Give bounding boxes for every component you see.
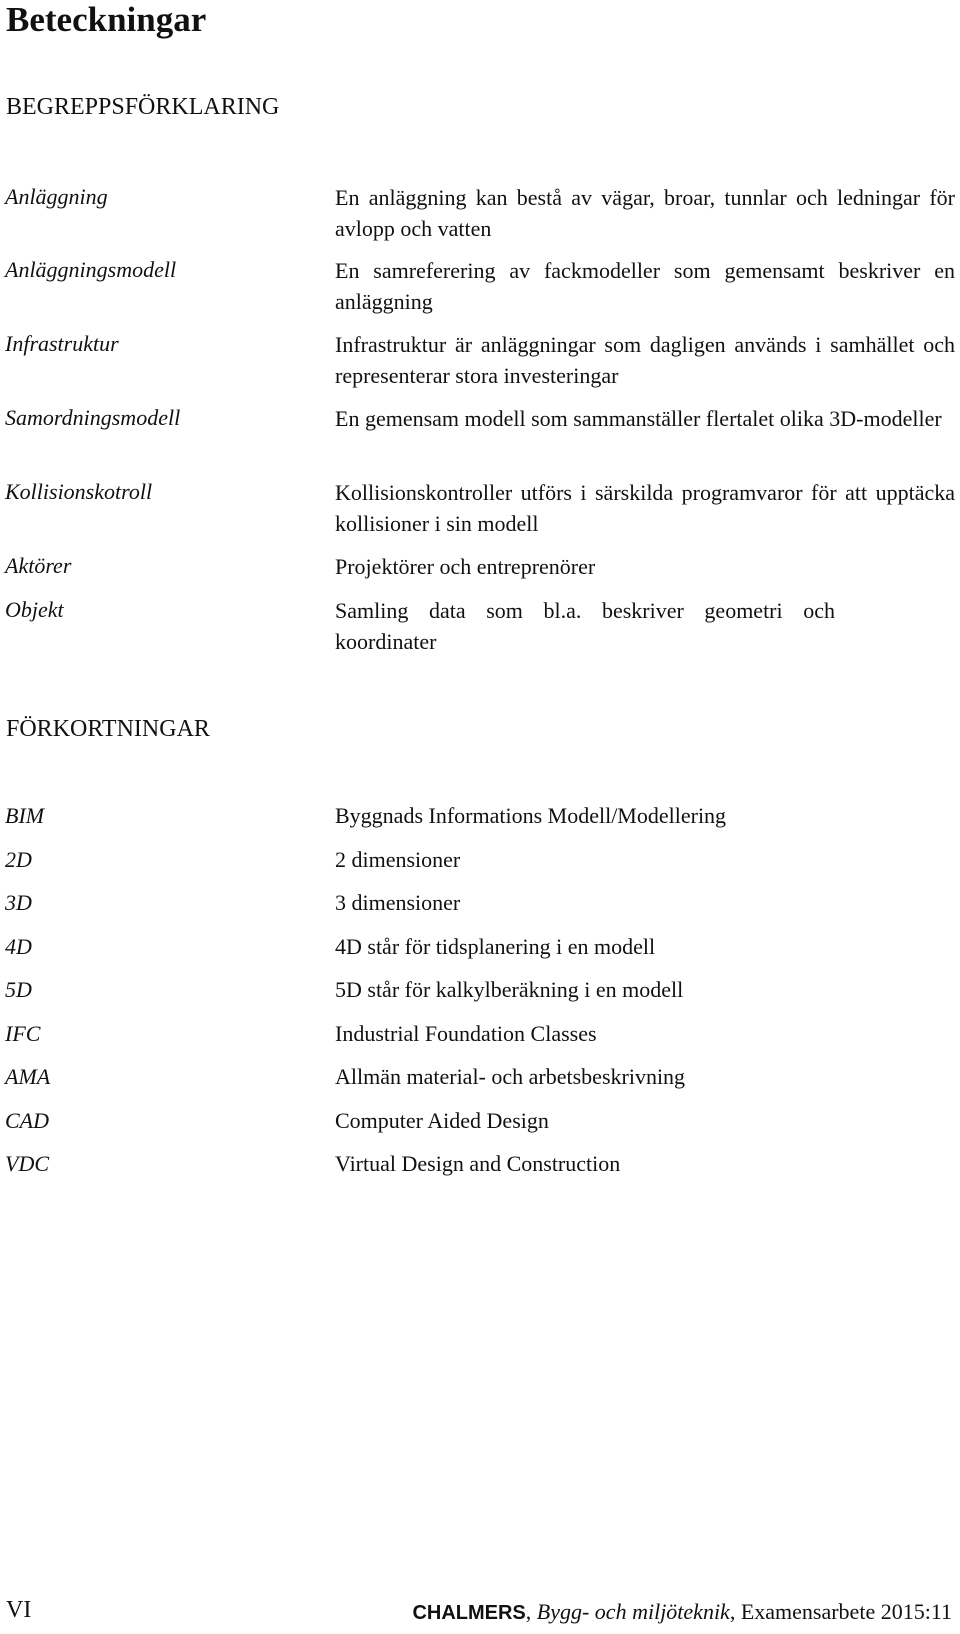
definition-description: Projektörer och entreprenörer (335, 554, 596, 579)
definition-description: Samling data som bl.a. beskriver geometr… (335, 598, 835, 654)
footer-separator: , (525, 1599, 537, 1624)
definition-term: Aktörer (5, 553, 72, 578)
abbreviation-description: Byggnads Informations Modell/Modellering (335, 803, 727, 828)
abbreviation-description: 3 dimensioner (335, 890, 461, 915)
definition-term: Kollisionskotroll (5, 479, 153, 504)
definition-term: Anläggningsmodell (5, 257, 177, 282)
definition-description: En gemensam modell som sammanställer fle… (335, 406, 942, 431)
abbreviation-term: VDC (5, 1151, 49, 1176)
footer-info: CHALMERS, Bygg- och miljöteknik, Examens… (412, 1599, 952, 1626)
abbreviation-term: IFC (5, 1021, 41, 1046)
abbreviations-heading: FÖRKORTNINGAR (6, 716, 210, 742)
abbreviation-description: 5D står för kalkylberäkning i en modell (335, 977, 684, 1002)
definition-term: Anläggning (5, 184, 108, 209)
definition-description: En anläggning kan bestå av vägar, broar,… (335, 185, 955, 241)
definition-description: Kollisionskontroller utförs i särskilda … (335, 480, 955, 536)
definition-description: Infrastruktur är anläggningar som daglig… (335, 332, 955, 388)
abbreviation-term: 5D (5, 977, 32, 1002)
abbreviation-term: CAD (5, 1108, 49, 1133)
abbreviation-description: 2 dimensioner (335, 847, 461, 872)
page-title: Beteckningar (6, 0, 207, 39)
footer-department: Bygg- och miljöteknik (536, 1599, 730, 1624)
abbreviation-term: 2D (5, 847, 32, 872)
abbreviation-description: Allmän material- och arbetsbeskrivning (335, 1064, 686, 1089)
abbreviation-description: Virtual Design and Construction (335, 1151, 621, 1176)
page-number: VI (6, 1597, 32, 1623)
definition-term: Infrastruktur (5, 331, 119, 356)
abbreviation-description: Computer Aided Design (335, 1108, 549, 1133)
definitions-heading: BEGREPPSFÖRKLARING (6, 94, 280, 120)
definition-term: Samordningsmodell (5, 405, 181, 430)
abbreviation-description: Industrial Foundation Classes (335, 1021, 597, 1046)
abbreviation-term: 4D (5, 934, 32, 959)
footer-report: , Examensarbete 2015:11 (729, 1599, 952, 1624)
abbreviation-term: 3D (5, 890, 32, 915)
footer-brand: CHALMERS (412, 1602, 526, 1624)
definition-term: Objekt (5, 597, 64, 622)
abbreviation-term: BIM (5, 803, 45, 828)
abbreviation-description: 4D står för tidsplanering i en modell (335, 934, 656, 959)
abbreviation-term: AMA (5, 1064, 51, 1089)
definition-description: En samreferering av fackmodeller som gem… (335, 258, 955, 314)
